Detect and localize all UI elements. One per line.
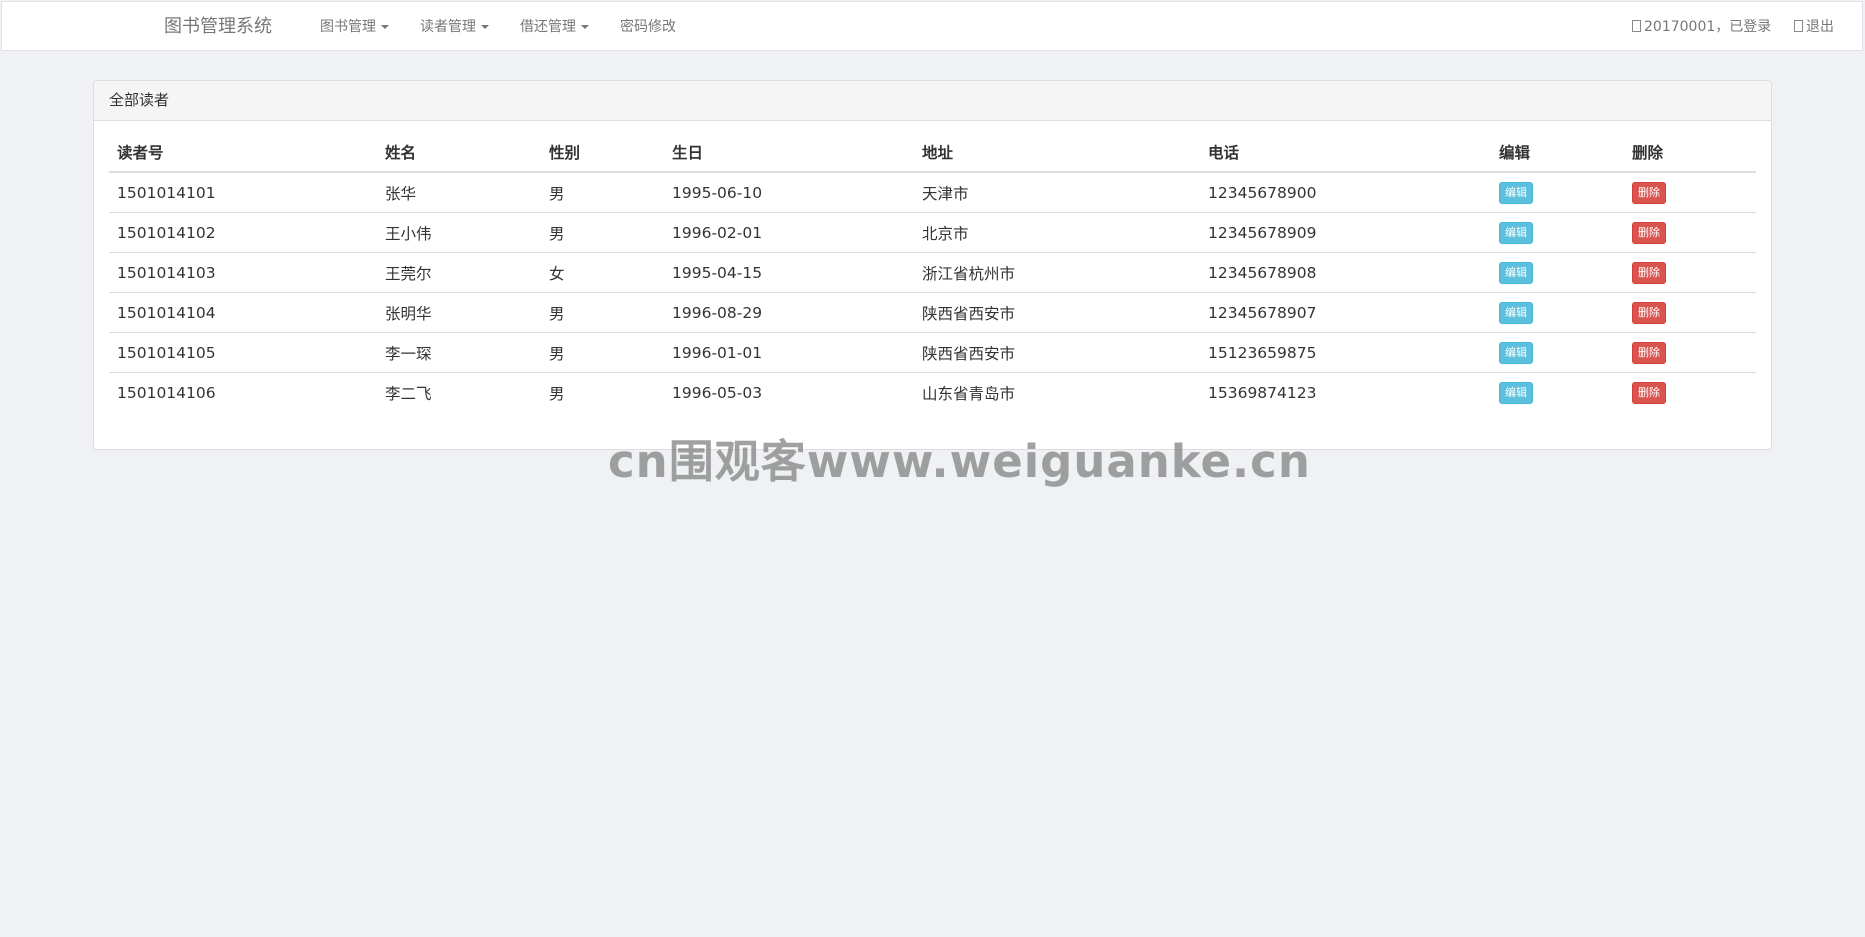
column-header-phone: 电话 (1200, 133, 1491, 173)
cell-phone: 12345678908 (1200, 252, 1491, 293)
edit-button[interactable]: 编辑 (1499, 301, 1533, 324)
cell-phone: 12345678909 (1200, 212, 1491, 253)
cell-edit: 编辑 (1491, 332, 1624, 373)
readers-table: 读者号 姓名 性别 生日 地址 电话 编辑 删除 1501014101 张华 男… (109, 133, 1756, 412)
cell-birthday: 1995-04-15 (664, 252, 914, 293)
delete-button[interactable]: 删除 (1632, 221, 1666, 244)
cell-address: 陕西省西安市 (914, 332, 1200, 373)
cell-id: 1501014101 (117, 183, 216, 202)
edit-button[interactable]: 编辑 (1499, 261, 1533, 284)
cell-phone: 15123659875 (1200, 332, 1491, 373)
cell-edit: 编辑 (1491, 172, 1624, 213)
readers-panel: 全部读者 读者号 姓名 性别 生日 地址 电话 编辑 删除 1501014101… (93, 80, 1772, 450)
cell-address: 浙江省杭州市 (914, 252, 1200, 293)
menu-password-change[interactable]: 密码修改 (620, 2, 676, 52)
cell-name: 张华 (385, 184, 417, 203)
cell-delete: 删除 (1624, 332, 1756, 373)
logout-label: 退出 (1806, 19, 1834, 35)
cell-address: 北京市 (914, 212, 1200, 253)
edit-button[interactable]: 编辑 (1499, 181, 1533, 204)
delete-button[interactable]: 删除 (1632, 381, 1666, 404)
cell-name: 张明华 (377, 292, 541, 333)
column-header-id: 读者号 (109, 133, 377, 173)
user-status[interactable]: 20170001，已登录 (1632, 2, 1771, 52)
chevron-down-icon (581, 25, 589, 29)
cell-delete: 删除 (1624, 212, 1756, 253)
table-row: 1501014101 张华 男 1995-06-10 天津市 123456789… (109, 172, 1756, 213)
cell-gender: 男 (541, 372, 664, 412)
column-header-edit: 编辑 (1491, 133, 1624, 173)
chevron-down-icon (381, 25, 389, 29)
menu-reader-management-label: 读者管理 (420, 19, 476, 35)
column-header-name: 姓名 (377, 133, 541, 173)
menu-borrow-management[interactable]: 借还管理 (520, 2, 589, 52)
navbar: 图书管理系统 图书管理 读者管理 借还管理 密码修改 20170001，已登录 … (1, 1, 1863, 51)
cell-address: 天津市 (922, 184, 969, 203)
delete-button[interactable]: 删除 (1632, 261, 1666, 284)
cell-name: 李二飞 (377, 372, 541, 412)
cell-name: 王莞尔 (377, 252, 541, 293)
panel-title: 全部读者 (94, 81, 1771, 121)
delete-button[interactable]: 删除 (1632, 301, 1666, 324)
menu-book-management[interactable]: 图书管理 (320, 2, 389, 52)
logout-link[interactable]: 退出 (1794, 2, 1834, 52)
cell-phone: 15369874123 (1200, 372, 1491, 412)
column-header-address: 地址 (914, 133, 1200, 173)
delete-button[interactable]: 删除 (1632, 341, 1666, 364)
brand-title[interactable]: 图书管理系统 (164, 2, 272, 52)
cell-gender: 男 (549, 184, 565, 203)
table-row: 1501014103 王莞尔 女 1995-04-15 浙江省杭州市 12345… (109, 252, 1756, 293)
table-row: 1501014106 李二飞 男 1996-05-03 山东省青岛市 15369… (109, 372, 1756, 412)
table-row: 1501014104 张明华 男 1996-08-29 陕西省西安市 12345… (109, 292, 1756, 333)
table-header-row: 读者号 姓名 性别 生日 地址 电话 编辑 删除 (109, 133, 1756, 173)
cell-edit: 编辑 (1491, 372, 1624, 412)
cell-address: 山东省青岛市 (914, 372, 1200, 412)
cell-edit: 编辑 (1491, 252, 1624, 293)
cell-edit: 编辑 (1491, 292, 1624, 333)
delete-button[interactable]: 删除 (1632, 181, 1666, 204)
watermark: cn围观客www.weiguanke.cn (608, 435, 1311, 488)
menu-book-management-label: 图书管理 (320, 19, 376, 35)
readers-table-body: 1501014101 张华 男 1995-06-10 天津市 123456789… (109, 172, 1756, 412)
edit-button[interactable]: 编辑 (1499, 341, 1533, 364)
cell-id: 1501014105 (109, 332, 377, 373)
table-row: 1501014105 李一琛 男 1996-01-01 陕西省西安市 15123… (109, 332, 1756, 373)
cell-delete: 删除 (1624, 292, 1756, 333)
table-row: 1501014102 王小伟 男 1996-02-01 北京市 12345678… (109, 212, 1756, 253)
user-status-text: 20170001，已登录 (1644, 19, 1772, 35)
menu-reader-management[interactable]: 读者管理 (420, 2, 489, 52)
column-header-birthday: 生日 (664, 133, 914, 173)
cell-name: 李一琛 (377, 332, 541, 373)
cell-id: 1501014102 (109, 212, 377, 253)
cell-birthday: 1996-02-01 (664, 212, 914, 253)
cell-phone: 12345678900 (1208, 183, 1317, 202)
cell-edit: 编辑 (1491, 212, 1624, 253)
cell-name: 王小伟 (377, 212, 541, 253)
menu-borrow-management-label: 借还管理 (520, 19, 576, 35)
logout-icon (1794, 20, 1803, 32)
cell-id: 1501014106 (109, 372, 377, 412)
cell-address: 陕西省西安市 (914, 292, 1200, 333)
cell-delete: 删除 (1624, 172, 1756, 213)
cell-gender: 女 (541, 252, 664, 293)
column-header-delete: 删除 (1624, 133, 1756, 173)
cell-phone: 12345678907 (1200, 292, 1491, 333)
cell-gender: 男 (541, 212, 664, 253)
edit-button[interactable]: 编辑 (1499, 221, 1533, 244)
user-icon (1632, 20, 1641, 32)
cell-birthday: 1996-01-01 (664, 332, 914, 373)
cell-delete: 删除 (1624, 372, 1756, 412)
column-header-gender: 性别 (541, 133, 664, 173)
cell-delete: 删除 (1624, 252, 1756, 293)
cell-birthday: 1995-06-10 (672, 183, 763, 202)
edit-button[interactable]: 编辑 (1499, 381, 1533, 404)
cell-gender: 男 (541, 292, 664, 333)
cell-birthday: 1996-05-03 (664, 372, 914, 412)
chevron-down-icon (481, 25, 489, 29)
cell-id: 1501014104 (109, 292, 377, 333)
cell-birthday: 1996-08-29 (664, 292, 914, 333)
cell-gender: 男 (541, 332, 664, 373)
cell-id: 1501014103 (109, 252, 377, 293)
